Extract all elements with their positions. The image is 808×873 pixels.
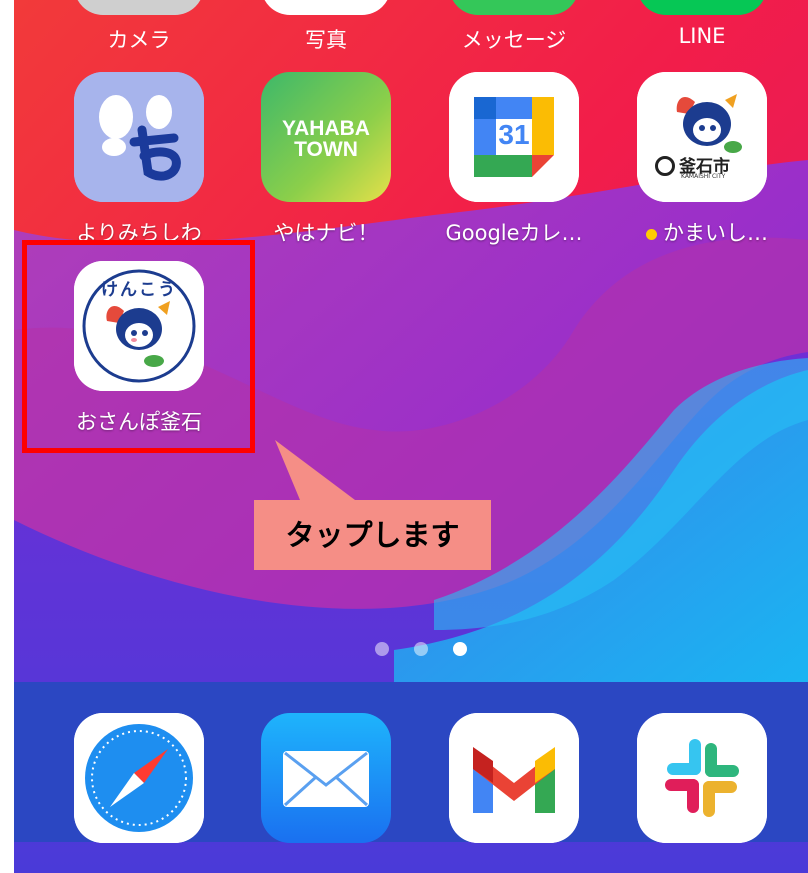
callout-text: タップします — [285, 518, 460, 552]
callout-pointer — [275, 440, 355, 500]
callout-box: タップします — [254, 500, 491, 570]
